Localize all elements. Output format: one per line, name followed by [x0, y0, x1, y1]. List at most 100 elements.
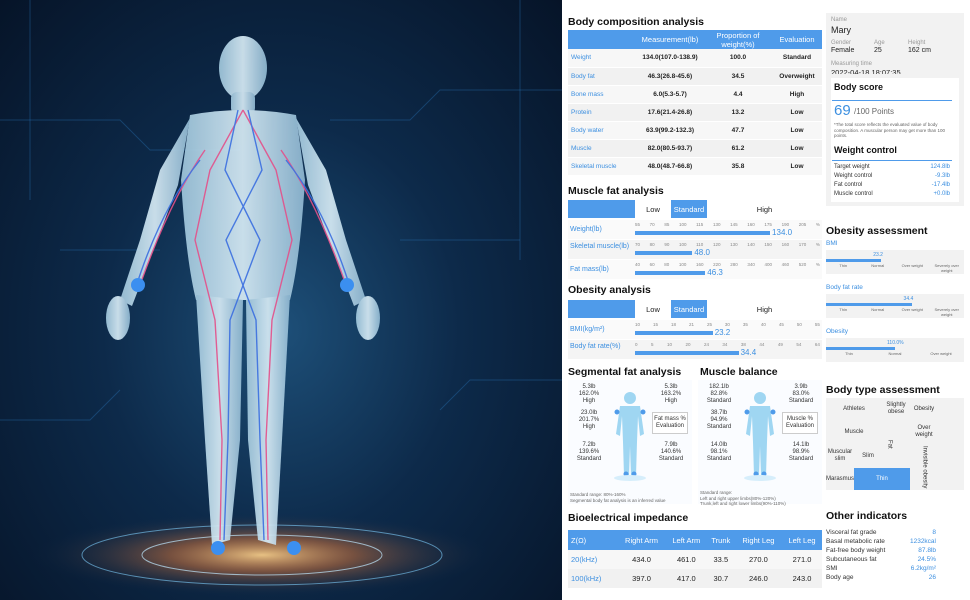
bar-tick: 45 [778, 322, 784, 327]
balance-footer: Standard range: Left and right upper limb… [700, 490, 824, 507]
obesity-assessment-cat: Thin [839, 263, 848, 268]
composition-cell: Overweight [779, 72, 815, 80]
weight-control-value: 124.8lb [930, 164, 950, 170]
composition-cell: Protein [571, 108, 592, 116]
weight-control-label: Fat control [834, 182, 863, 188]
balance-center-label: Muscle % Evaluation [782, 412, 818, 434]
impedance-cell: 30.7 [713, 574, 729, 583]
segmental-title: Segmental fat analysis [568, 366, 682, 378]
bar-tick: 24 [703, 342, 709, 347]
other-indicator-row: Basal metabolic rate 1232kcal [826, 537, 936, 546]
segment-value: Standard [706, 423, 732, 430]
obesity-assessment-bar [826, 303, 912, 306]
bar-tick: 40 [635, 262, 641, 267]
body-type-fat: Fat [886, 439, 893, 449]
bar-tick: 160 [696, 262, 704, 267]
other-indicator-label: Subcutaneous fat [826, 556, 877, 563]
obesity-assessment-list: BMI 23.2 Thin Normal Over weight Severely ove… [826, 240, 964, 366]
muscle-fat-cat-low: Low [646, 205, 660, 214]
impedance-header-row: Z(Ω) Right Arm Left Arm Trunk Right Leg Left … [568, 530, 822, 550]
bar-tick: 40 [760, 322, 766, 327]
segment-value: 140.6% [660, 448, 682, 455]
body-type-over-weight: Over weight [915, 425, 933, 438]
composition-cell: 17.6(21.4-26.8) [647, 108, 693, 116]
bar-tick: 50 [796, 322, 802, 327]
segment-value: 83.0% [792, 390, 810, 397]
segment-value: 5.3lb [664, 383, 678, 390]
bar-tick: 0 [635, 342, 638, 347]
weight-control-list: Target weight 124.8lb Weight control -9.3lb… [834, 163, 950, 199]
segment-value: 82.8% [710, 390, 728, 397]
other-indicator-value: 87.8lb [918, 547, 936, 554]
bar-fill [635, 331, 713, 335]
bar-fill [635, 271, 706, 275]
segment-value: 163.2% [660, 390, 682, 397]
segment-value: 23.0lb [580, 409, 598, 416]
obesity-assessment-cat: Thin [845, 351, 853, 356]
body-type-muscle: Muscle [844, 428, 864, 435]
human-body-illustration [0, 0, 562, 597]
bar-tick: 20 [685, 342, 691, 347]
segment-value: 38.7lb [710, 409, 728, 416]
bar-tick: 170 [798, 242, 807, 247]
obesity-cat-high: High [756, 305, 773, 314]
body-silhouette-icon [744, 392, 776, 481]
composition-cell: Standard [782, 54, 812, 62]
bar-tick: 115 [696, 222, 704, 227]
obesity-assessment-value: 23.2 [873, 252, 883, 258]
obesity-assessment-cat: Over weight [901, 307, 923, 312]
bar-tick: 5 [650, 342, 654, 347]
composition-cell: Low [790, 162, 804, 170]
body-type-thin-selected: Thin [854, 468, 910, 490]
bar-scale: 10 15 18 21 25 30 35 40 45 50 55 [635, 322, 820, 327]
bar-tick: % [815, 262, 820, 267]
composition-row: Protein 17.6(21.4-26.8) 13.2 Low [568, 103, 822, 121]
other-indicator-label: Body age [826, 574, 854, 581]
composition-cell: 48.0(48.7-66.8) [647, 162, 693, 170]
muscle-balance-panel: 182.1lb 82.8% Standard 3.9lb 83.0% Standard … [698, 380, 824, 507]
other-indicator-row: Body age 26 [826, 573, 936, 582]
segmental-left-leg: 7.2lb 139.6% Standard [572, 440, 606, 464]
segmental-trunk: 23.0lb 201.7% High [572, 408, 606, 432]
impedance-cell: 243.0 [792, 574, 812, 583]
obesity-assessment-cat: Severely over weight [934, 263, 959, 273]
obesity-assessment-cat: Over weight [901, 263, 923, 268]
obesity-assessment-value: 110.0% [887, 340, 904, 346]
bar-tick: 340 [747, 262, 755, 267]
other-indicator-value: 8 [932, 529, 936, 536]
obesity-assessment-label: Body fat rate [826, 284, 863, 291]
obesity-assessment-value: 34.4 [903, 296, 914, 302]
muscle-balance-title: Muscle balance [700, 366, 778, 378]
bar-tick: 130 [730, 242, 738, 247]
bar-value: 134.0 [772, 228, 793, 237]
bar-tick: 90 [664, 242, 670, 247]
bar-tick: 34 [722, 342, 728, 347]
bar-tick: 10 [635, 322, 641, 327]
gender-label: Gender [831, 40, 852, 46]
composition-cell: 82.0(80.5-93.7) [647, 144, 693, 152]
other-indicator-row: Subcutaneous fat 24.5% [826, 555, 936, 564]
bar-fill [635, 251, 693, 255]
balance-footer-line: Trunk,left and right lower limbs(90%-110… [700, 501, 786, 506]
bar-tick: 21 [688, 322, 694, 327]
impedance-header-cell: Trunk [711, 535, 731, 545]
composition-cell: Body fat [571, 72, 595, 80]
segmental-right-leg: 7.9lb 140.6% Standard [654, 440, 688, 464]
obesity-cat-standard: Standard [673, 305, 705, 314]
obesity-title: Obesity analysis [568, 284, 651, 296]
body-type-athletes: Athletes [843, 405, 865, 412]
composition-cell: Muscle [571, 144, 592, 152]
segment-value: Standard [706, 455, 732, 462]
segment-value: 7.2lb [582, 441, 596, 448]
segment-value: 98.9% [792, 448, 810, 455]
segment-value: 5.3lb [582, 383, 596, 390]
impedance-cell: 417.0 [676, 574, 696, 583]
composition-row: Bone mass 6.0(5.3-5.7) 4.4 High [568, 85, 822, 103]
composition-cell: High [789, 90, 805, 98]
bar-tick: 64 [814, 342, 820, 347]
weight-control-value: -17.4lb [931, 182, 950, 188]
bar-tick: 280 [730, 262, 738, 267]
segment-value: Standard [788, 455, 814, 462]
other-indicator-value: 1232kcal [909, 538, 936, 545]
composition-cell: 6.0(5.3-5.7) [653, 90, 687, 98]
